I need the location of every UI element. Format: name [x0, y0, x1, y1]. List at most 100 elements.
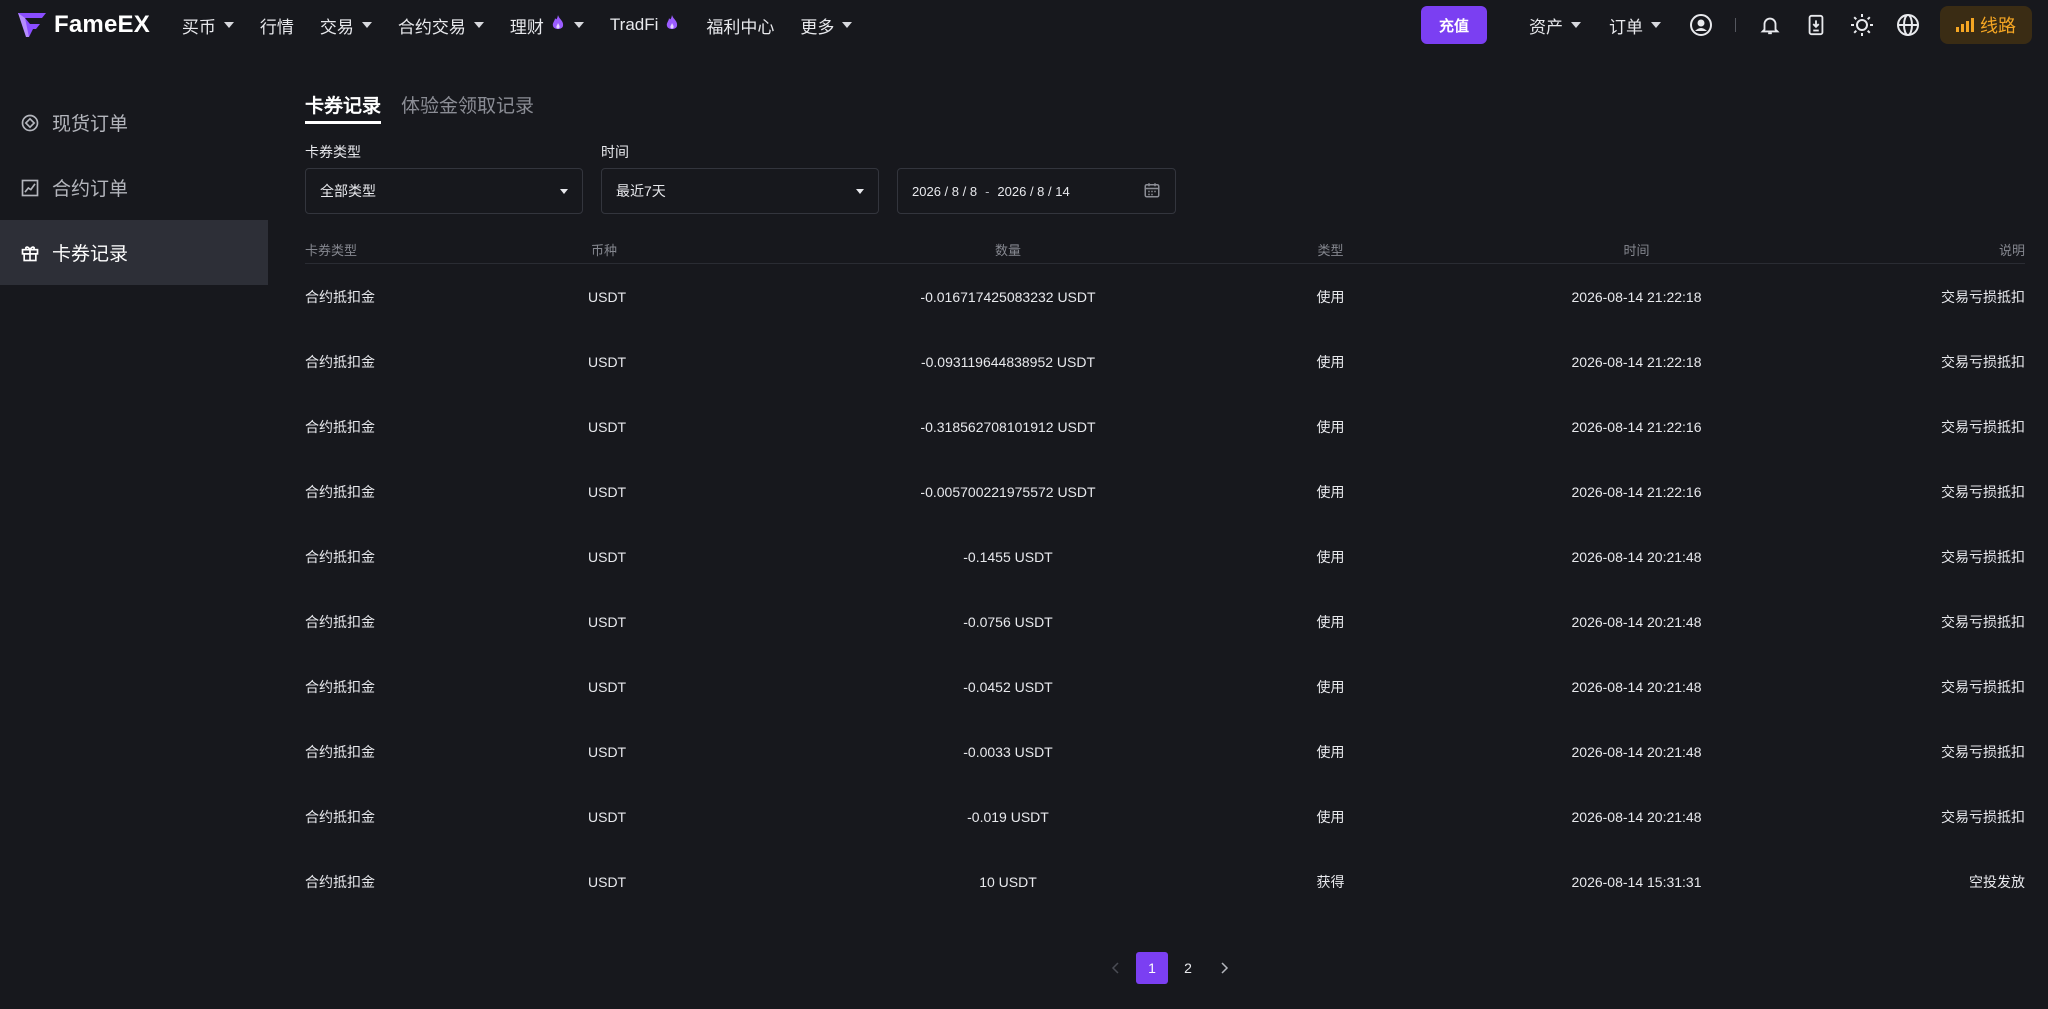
page-1-button[interactable]: 1: [1136, 952, 1168, 984]
time-label: 时间: [601, 144, 629, 160]
sidebar-item-1[interactable]: 合约订单: [0, 155, 268, 220]
nav-item-label: 福利中心: [706, 17, 775, 37]
table-cell: USDT: [588, 288, 627, 305]
table-header: 卡券类型 币种 数量 类型 时间 说明: [305, 236, 2025, 264]
orders-menu[interactable]: 订单: [1609, 13, 1661, 38]
table-body: 合约抵扣金 USDT -0.016717425083232 USDT 使用 2026-0…: [305, 264, 2025, 914]
nav-item-2[interactable]: 交易: [320, 13, 372, 38]
table-cell: 交易亏损抵扣: [1941, 288, 2025, 305]
date-range-picker[interactable]: 2026 / 8 / 8 - 2026 / 8 / 14: [897, 168, 1176, 214]
table-row: 合约抵扣金 USDT -0.1455 USDT 使用 2026-08-14 20:21:…: [305, 524, 2025, 589]
signal-icon: [1956, 18, 1974, 32]
gift-icon: [20, 243, 40, 263]
table-cell: 合约抵扣金: [305, 483, 375, 500]
pagination: 12: [1100, 952, 1244, 984]
main-nav: 买币 行情 交易 合约交易 理财 TradFi 福利中心 更多: [182, 13, 879, 38]
route-button[interactable]: 线路: [1940, 6, 2032, 44]
table-cell: 2026-08-14 20:21:48: [1571, 548, 1702, 565]
table-cell: -0.093119644838952 USDT: [920, 353, 1096, 370]
time-value: 最近7天: [616, 183, 666, 199]
table-cell: 合约抵扣金: [305, 613, 375, 630]
table-cell: 交易亏损抵扣: [1941, 808, 2025, 825]
table-cell: 2026-08-14 21:22:18: [1571, 353, 1702, 370]
table-cell: 使用: [1316, 678, 1345, 695]
nav-item-label: 理财: [509, 17, 544, 37]
assets-menu[interactable]: 资产: [1529, 13, 1581, 38]
brand-logo[interactable]: FameEX: [16, 11, 150, 39]
sidebar-item-label: 现货订单: [52, 114, 129, 135]
column-header: 类型: [1317, 243, 1344, 258]
table-cell: 2026-08-14 21:22:18: [1571, 288, 1702, 305]
sidebar-item-2[interactable]: 卡券记录: [0, 220, 268, 285]
orders-label: 订单: [1609, 17, 1643, 37]
theme-sun-icon[interactable]: [1850, 13, 1874, 37]
dropdown-arrow-icon: [560, 188, 568, 194]
nav-item-6[interactable]: 福利中心: [706, 13, 774, 38]
page-2-button[interactable]: 2: [1172, 952, 1204, 984]
table-cell: 使用: [1316, 288, 1345, 305]
column-header: 数量: [994, 243, 1021, 258]
next-page-icon[interactable]: [1208, 952, 1240, 984]
user-account-icon[interactable]: [1689, 13, 1713, 37]
calendar-icon[interactable]: [1143, 181, 1161, 202]
table-row: 合约抵扣金 USDT -0.0033 USDT 使用 2026-08-14 20:21:…: [305, 719, 2025, 784]
table-cell: 使用: [1316, 743, 1345, 760]
table-cell: 合约抵扣金: [305, 418, 375, 435]
table-cell: 空投发放: [1969, 873, 2025, 890]
table-cell: -0.318562708101912 USDT: [920, 418, 1096, 435]
table-row: 合约抵扣金 USDT -0.016717425083232 USDT 使用 2026-0…: [305, 264, 2025, 329]
table-cell: 使用: [1316, 418, 1345, 435]
nav-item-5[interactable]: TradFi: [610, 14, 681, 37]
date-start[interactable]: 2026 / 8 / 8: [912, 184, 977, 199]
fameex-logo-icon: [18, 13, 46, 37]
table-cell: 合约抵扣金: [305, 808, 375, 825]
tab-1[interactable]: 体验金领取记录: [401, 91, 534, 124]
table-cell: 合约抵扣金: [305, 288, 375, 305]
toolbar-icons: [1689, 13, 1942, 37]
coupon-type-select[interactable]: 全部类型: [305, 168, 583, 214]
sidebar-item-0[interactable]: 现货订单: [0, 90, 268, 155]
contract-order-icon: [20, 178, 40, 198]
prev-page-icon[interactable]: [1100, 952, 1132, 984]
table-cell: 使用: [1316, 548, 1345, 565]
download-app-icon[interactable]: [1804, 13, 1828, 37]
column-header: 时间: [1623, 243, 1650, 258]
coupon-type-label: 卡券类型: [305, 144, 361, 160]
nav-item-4[interactable]: 理财: [510, 13, 584, 38]
table-cell: -0.005700221975572 USDT: [920, 483, 1096, 500]
table-cell: 交易亏损抵扣: [1941, 548, 2025, 565]
sidebar: 现货订单合约订单卡券记录: [0, 90, 268, 285]
table-cell: 2026-08-14 21:22:16: [1571, 418, 1702, 435]
table-row: 合约抵扣金 USDT -0.005700221975572 USDT 使用 2026-0…: [305, 459, 2025, 524]
bell-icon[interactable]: [1758, 13, 1782, 37]
table-cell: 交易亏损抵扣: [1941, 353, 2025, 370]
table-row: 合约抵扣金 USDT -0.093119644838952 USDT 使用 2026-0…: [305, 329, 2025, 394]
table-cell: -0.016717425083232 USDT: [920, 288, 1096, 305]
sidebar-item-label: 合约订单: [52, 179, 129, 200]
records-table: 卡券类型 币种 数量 类型 时间 说明 合约抵扣金 USDT -0.0167174250832…: [305, 236, 2025, 914]
nav-item-0[interactable]: 买币: [182, 13, 234, 38]
table-cell: 2026-08-14 20:21:48: [1571, 808, 1702, 825]
time-select[interactable]: 最近7天: [601, 168, 879, 214]
table-cell: USDT: [588, 873, 627, 890]
table-cell: 合约抵扣金: [305, 873, 375, 890]
column-header: 币种: [591, 243, 618, 258]
nav-item-7[interactable]: 更多: [800, 13, 853, 38]
fire-icon: [550, 14, 566, 37]
table-cell: 使用: [1316, 613, 1345, 630]
table-cell: 2026-08-14 20:21:48: [1571, 678, 1702, 695]
assets-label: 资产: [1529, 17, 1563, 37]
coupon-type-value: 全部类型: [320, 183, 376, 199]
table-cell: 交易亏损抵扣: [1941, 743, 2025, 760]
globe-language-icon[interactable]: [1896, 13, 1920, 37]
nav-item-1[interactable]: 行情: [260, 13, 294, 38]
deposit-button[interactable]: 充值: [1421, 6, 1487, 44]
nav-item-3[interactable]: 合约交易: [398, 13, 484, 38]
table-cell: 10 USDT: [979, 873, 1037, 890]
date-end[interactable]: 2026 / 8 / 14: [997, 184, 1069, 199]
table-cell: 合约抵扣金: [305, 548, 375, 565]
chevron-down-icon: [1571, 22, 1581, 28]
tab-0[interactable]: 卡券记录: [305, 91, 382, 124]
table-cell: USDT: [588, 613, 627, 630]
table-cell: USDT: [588, 483, 627, 500]
